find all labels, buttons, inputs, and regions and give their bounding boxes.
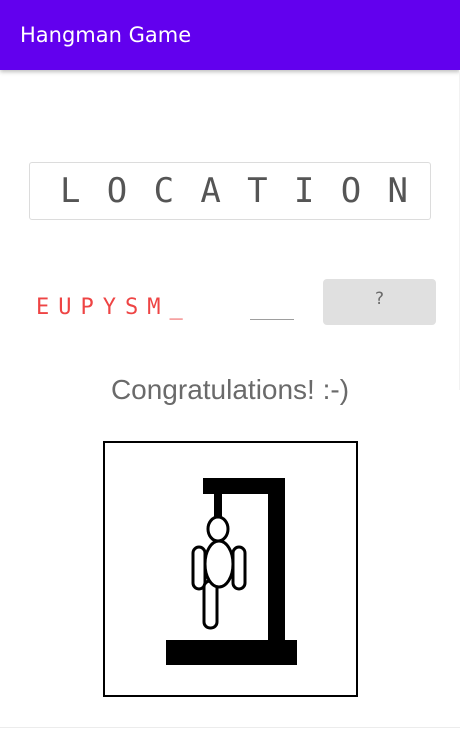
- wrong-letters: EUPYSM_: [36, 295, 192, 320]
- word-letter: N: [387, 171, 408, 211]
- word-letter: I: [293, 171, 315, 211]
- hangman-torso: [203, 539, 235, 589]
- word-letter: O: [340, 171, 362, 211]
- word-letter: T: [247, 171, 268, 211]
- hangman-left-leg: [202, 579, 219, 630]
- word-letter: L: [60, 171, 81, 211]
- gallows-base: [166, 640, 297, 665]
- word-letter: C: [153, 171, 175, 211]
- divider: [0, 727, 460, 728]
- letter-input[interactable]: [250, 288, 294, 320]
- status-message: Congratulations! :-): [110, 374, 350, 405]
- app-title: Hangman Game: [20, 23, 192, 47]
- hangman-image: [103, 441, 358, 697]
- guess-row: EUPYSM_ ?: [0, 278, 460, 326]
- word-display: L O C A T I O N: [29, 162, 431, 220]
- guess-button[interactable]: ?: [323, 279, 436, 325]
- word-letter: O: [106, 171, 128, 211]
- app-bar: Hangman Game: [0, 0, 460, 70]
- hangman-head: [206, 515, 230, 543]
- gallows-post: [268, 478, 285, 641]
- gallows-beam: [203, 478, 285, 494]
- hangman-right-arm: [231, 545, 247, 591]
- gallows-rope: [214, 494, 222, 518]
- word-letter: A: [200, 171, 221, 211]
- hangman-drawing-icon: [166, 478, 297, 665]
- hangman-left-arm: [191, 545, 207, 591]
